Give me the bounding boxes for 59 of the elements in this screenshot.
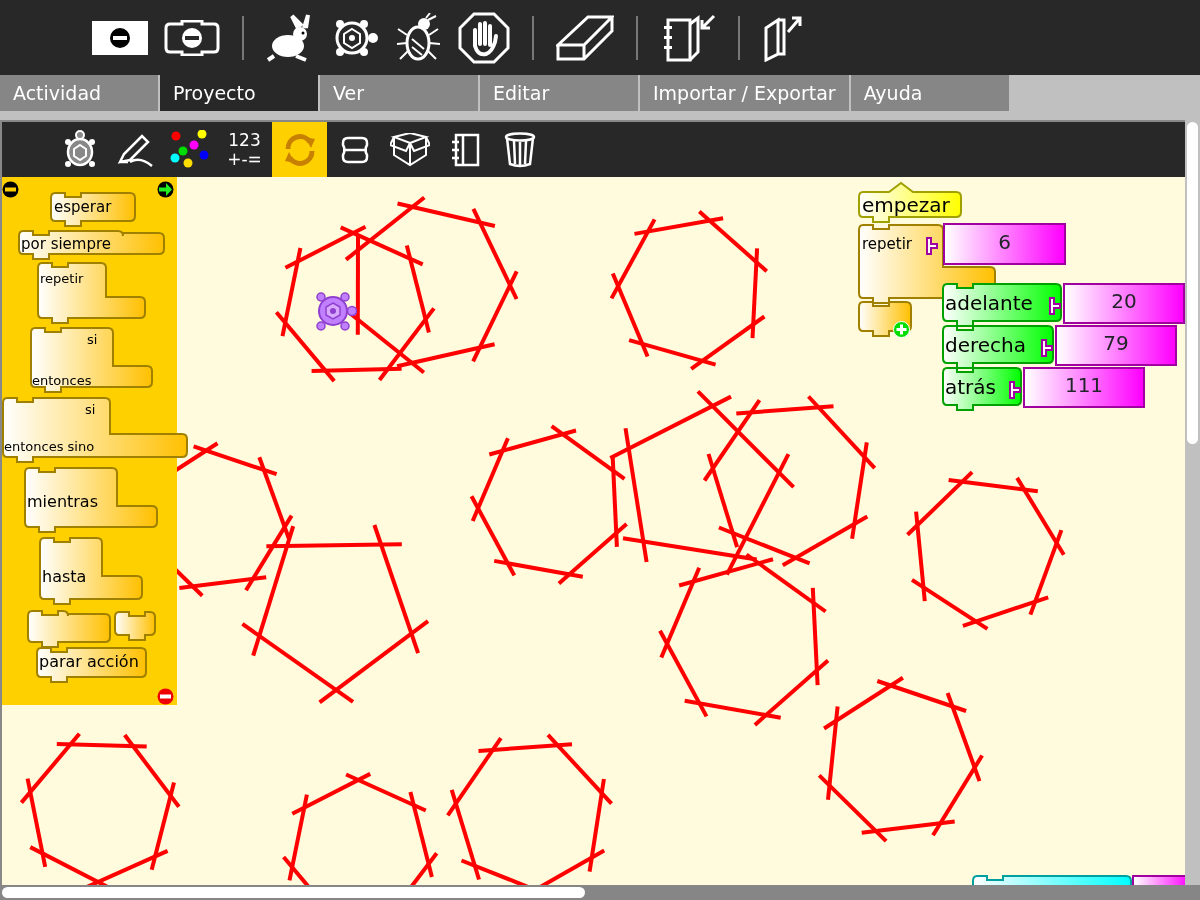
block-label: esperar: [54, 200, 112, 215]
socket-icon: [1049, 296, 1061, 315]
palette-block[interactable]: esperar: [50, 192, 136, 227]
start-block[interactable]: empezar: [858, 181, 962, 223]
loop-icon[interactable]: [339, 134, 370, 165]
scroll-thumb[interactable]: [1187, 122, 1198, 444]
eraser-icon[interactable]: [556, 14, 614, 61]
block-label: por siempre: [21, 237, 112, 252]
menu-tab[interactable]: Ver: [320, 75, 478, 111]
arrow-right-icon[interactable]: [157, 181, 174, 198]
trash-icon[interactable]: [503, 131, 536, 168]
action-block[interactable]: derecha: [942, 325, 1054, 369]
block-label: parar acción: [39, 654, 139, 670]
number-input[interactable]: 20: [1063, 283, 1185, 324]
palette-block[interactable]: hasta: [39, 537, 143, 605]
action-block[interactable]: adelante: [942, 283, 1062, 327]
block[interactable]: [114, 611, 156, 641]
scroll-thumb[interactable]: [2, 887, 585, 898]
block-label: mientras: [27, 494, 98, 510]
block-label: si: [85, 403, 96, 416]
block-label: derecha: [945, 335, 1026, 355]
block-label: repetir: [862, 237, 913, 252]
block-label: hasta: [42, 569, 87, 585]
socket-icon: [1009, 380, 1021, 399]
menu-tab[interactable]: Editar: [480, 75, 638, 111]
palette-block[interactable]: si entonces: [30, 327, 153, 393]
block-label: si: [87, 333, 98, 346]
number-input[interactable]: 6: [943, 223, 1066, 265]
refresh-arrows-icon: [282, 132, 317, 167]
menu-tab[interactable]: Importar / Exportar: [640, 75, 849, 111]
stop-hand-icon[interactable]: [458, 11, 510, 64]
block[interactable]: [27, 610, 111, 648]
numbers-tab[interactable]: 123 +-=: [217, 122, 272, 177]
number-input[interactable]: 79: [1055, 325, 1177, 366]
menu-tab[interactable]: Ayuda: [850, 75, 1009, 111]
socket-icon: [926, 236, 938, 255]
menu-tab[interactable]: Proyecto: [160, 75, 318, 111]
block-label: empezar: [862, 195, 950, 215]
palette-block[interactable]: mientras: [24, 467, 158, 533]
minus-frame-icon[interactable]: [164, 19, 220, 56]
block-label: repetir: [40, 272, 84, 285]
palette-block[interactable]: por siempre: [18, 230, 165, 260]
palette-block[interactable]: si entonces sino: [2, 397, 188, 463]
socket-icon: [1041, 338, 1053, 357]
box-icon[interactable]: [389, 132, 430, 167]
bug-icon[interactable]: [396, 12, 442, 63]
palette-block[interactable]: parar acción: [36, 647, 147, 683]
action-block[interactable]: atrás: [942, 367, 1022, 411]
menu-tab[interactable]: Actividad: [0, 75, 158, 111]
block-label: atrás: [945, 377, 996, 397]
minus-rect-icon[interactable]: [92, 20, 148, 55]
notebook-icon[interactable]: [449, 132, 480, 167]
block-label: entonces: [32, 374, 92, 387]
number-input[interactable]: 111: [1023, 367, 1145, 408]
block-label: entonces sino: [4, 440, 95, 453]
palette-block[interactable]: repetir: [37, 262, 146, 324]
minus-icon[interactable]: [2, 181, 19, 198]
rabbit-icon[interactable]: [266, 13, 312, 62]
color-dots-icon[interactable]: [169, 129, 210, 170]
